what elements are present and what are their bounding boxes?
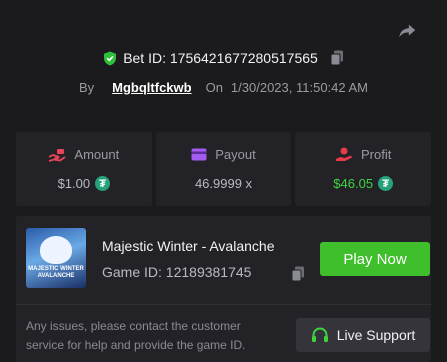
by-label: By: [78, 80, 95, 95]
amount-value: $1.00: [57, 176, 91, 191]
hand-coin-icon: [49, 148, 66, 162]
profit-label: Profit: [361, 147, 392, 162]
play-now-button[interactable]: Play Now: [320, 242, 430, 276]
headset-icon: [311, 327, 328, 342]
game-card: MAJESTIC WINTER AVALANCHE Majestic Winte…: [16, 216, 431, 362]
divider: [16, 304, 431, 305]
polar-bear-art: [40, 236, 72, 264]
amount-label: Amount: [74, 147, 120, 162]
stat-payout: Payout 46.9999 x: [155, 132, 292, 206]
support-message: Any issues, please contact the customer …: [26, 319, 246, 352]
copy-icon[interactable]: [330, 50, 344, 66]
live-support-button[interactable]: Live Support: [296, 318, 430, 352]
stat-amount: Amount $1.00 ₮: [16, 132, 152, 206]
game-id: Game ID: 12189381745: [102, 264, 252, 280]
game-thumbnail[interactable]: MAJESTIC WINTER AVALANCHE: [26, 228, 86, 288]
live-support-label: Live Support: [336, 327, 416, 343]
copy-icon[interactable]: [291, 266, 305, 282]
on-label: On: [205, 80, 223, 95]
game-title: Majestic Winter - Avalanche: [102, 238, 275, 254]
payout-label: Payout: [215, 147, 256, 162]
bet-datetime: 1/30/2023, 11:50:42 AM: [230, 80, 369, 95]
profit-hand-icon: [336, 147, 352, 161]
bet-id-text: Bet ID: 1756421677280517565: [123, 50, 318, 66]
username-link[interactable]: Mgbqltfckwb: [112, 80, 191, 95]
wallet-icon: [191, 148, 207, 161]
profit-value: $46.05: [333, 176, 374, 191]
tether-icon: ₮: [95, 176, 111, 191]
share-icon[interactable]: [396, 20, 418, 42]
payout-value: 46.9999 x: [194, 176, 253, 191]
verified-shield-icon: [104, 51, 117, 65]
bet-stats: Amount $1.00 ₮ Payout 46.9999 x Profit $…: [16, 132, 432, 206]
tether-icon: ₮: [378, 176, 394, 191]
thumbnail-text: MAJESTIC WINTER AVALANCHE: [28, 266, 84, 279]
bet-meta-row: By Mgbqltfckwb On 1/30/2023, 11:50:42 AM: [0, 80, 447, 95]
stat-profit: Profit $46.05 ₮: [295, 132, 432, 206]
bet-id-row: Bet ID: 1756421677280517565: [0, 50, 447, 66]
